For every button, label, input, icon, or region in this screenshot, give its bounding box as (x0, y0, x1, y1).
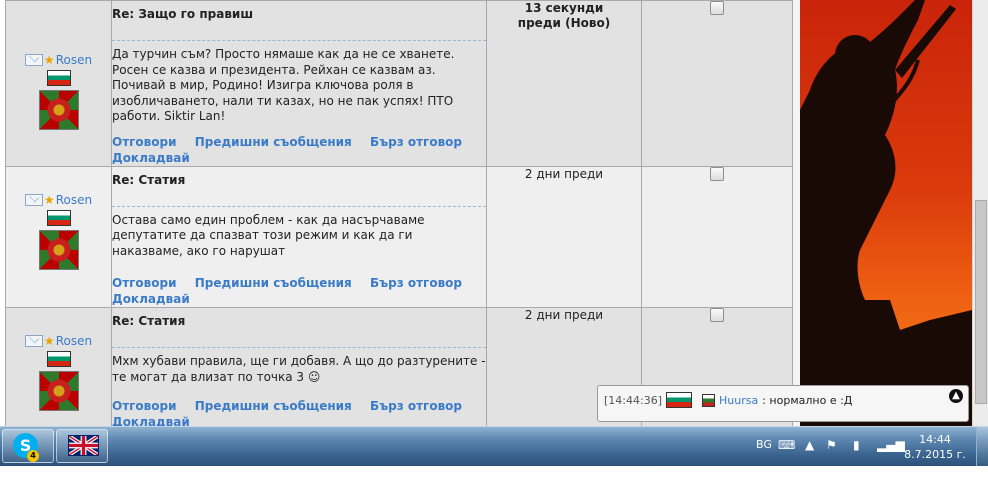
user-avatar[interactable] (38, 90, 79, 130)
network-signal-icon[interactable]: ▂▄▆ (877, 438, 905, 452)
browser-taskbar-button[interactable] (56, 429, 108, 463)
bulgarian-flag-icon (46, 351, 71, 367)
username-link[interactable]: Rosen (56, 334, 92, 348)
windows-taskbar: S 4 BG ⌨ ▲ ⚑ ▮ ▂▄▆ 14:44 8.7.2015 г. (0, 426, 988, 467)
post-time: 2 дни преди (524, 166, 604, 181)
post-time-cell: 2 дни преди (486, 165, 642, 308)
post-content: Re: Статия Остава само един проблем - ка… (111, 165, 487, 308)
uk-flag-icon (68, 435, 99, 456)
chat-message: : нормално е :Д (762, 393, 853, 407)
post-select-cell (641, 0, 793, 167)
scrollbar-thumb[interactable] (975, 200, 987, 404)
posts-table: ★ Rosen Re: Защо го правиш Да турчин съм… (5, 0, 793, 426)
post-actions: Отговори Предишни съобщения Бърз отговор… (112, 134, 486, 166)
skype-taskbar-button[interactable]: S 4 (2, 429, 54, 463)
post-row-2: ★ Rosen Re: Статия Остава само един проб… (5, 165, 793, 308)
post-time: 13 секунди преди (Ново) (517, 1, 611, 30)
bulgarian-flag-icon (46, 209, 71, 226)
post-author: ★ Rosen (5, 0, 112, 167)
report-link[interactable]: Докладвай (112, 151, 190, 165)
chat-avatar-icon (702, 393, 715, 407)
taskbar-clock[interactable]: 14:44 8.7.2015 г. (902, 432, 968, 462)
post-actions: Отговори Предишни съобщения Бърз отговор… (112, 275, 486, 307)
bulgarian-flag-icon (46, 70, 71, 86)
username-link[interactable]: Rosen (56, 193, 92, 207)
soldier-silhouette-image (800, 0, 972, 426)
show-hidden-icons-icon[interactable]: ▲ (805, 438, 814, 452)
chat-flag-icon (666, 392, 692, 408)
reply-link[interactable]: Отговори (112, 276, 177, 290)
post-body: Мхм хубави правила, ще ги добавя. А що д… (112, 354, 486, 384)
post-select-cell (641, 165, 793, 308)
quick-reply-link[interactable]: Бърз отговор (370, 135, 462, 149)
rank-star-icon: ★ (43, 334, 55, 348)
quick-reply-link[interactable]: Бърз отговор (370, 399, 462, 413)
pm-envelope-icon[interactable] (24, 335, 43, 347)
chat-expand-icon[interactable]: ▲ (949, 389, 963, 403)
user-avatar[interactable] (38, 229, 79, 270)
bottom-margin (0, 466, 988, 482)
previous-messages-link[interactable]: Предишни съобщения (195, 399, 352, 413)
post-select-checkbox[interactable] (710, 308, 724, 322)
chat-username[interactable]: Huursa (719, 394, 758, 407)
page-scrollbar[interactable] (972, 0, 988, 426)
post-subject[interactable]: Re: Защо го правиш (112, 7, 486, 21)
rank-star-icon: ★ (43, 192, 55, 207)
post-time: 2 дни преди (524, 308, 604, 322)
post-subject[interactable]: Re: Статия (112, 314, 486, 328)
user-avatar[interactable] (38, 371, 79, 411)
rank-star-icon: ★ (43, 53, 55, 67)
forum-posts-area: ★ Rosen Re: Защо го правиш Да турчин съм… (0, 0, 800, 426)
battery-icon[interactable]: ▮ (853, 438, 860, 452)
post-select-checkbox[interactable] (710, 1, 724, 15)
quick-reply-link[interactable]: Бърз отговор (370, 276, 462, 290)
soldier-silhouette-banner (800, 0, 972, 426)
content-edge (793, 0, 800, 426)
post-row-1: ★ Rosen Re: Защо го правиш Да турчин съм… (5, 0, 793, 167)
action-center-flag-icon[interactable]: ⚑ (826, 438, 837, 452)
post-divider (112, 347, 486, 348)
post-content: Re: Статия Мхм хубави правила, ще ги доб… (111, 307, 487, 426)
pm-envelope-icon[interactable] (24, 193, 43, 206)
skype-notification-badge: 4 (27, 450, 39, 462)
post-divider (112, 205, 486, 207)
chat-timestamp: [14:44:36] (604, 393, 662, 407)
previous-messages-link[interactable]: Предишни съобщения (195, 135, 352, 149)
reply-link[interactable]: Отговори (112, 399, 177, 413)
post-select-checkbox[interactable] (710, 166, 724, 181)
post-author: ★ Rosen (5, 165, 112, 308)
language-indicator[interactable]: BG (756, 438, 772, 451)
chat-popup: [14:44:36] Huursa : нормално е :Д ▲ (597, 385, 969, 422)
post-time-cell: 13 секунди преди (Ново) (486, 0, 642, 167)
clock-date: 8.7.2015 г. (904, 448, 966, 461)
report-link[interactable]: Докладвай (112, 292, 190, 306)
pm-envelope-icon[interactable] (24, 54, 43, 66)
post-subject[interactable]: Re: Статия (112, 173, 486, 187)
show-desktop-button[interactable] (976, 427, 988, 467)
clock-time: 14:44 (919, 433, 951, 446)
report-link[interactable]: Докладвай (112, 415, 190, 426)
reply-link[interactable]: Отговори (112, 135, 177, 149)
previous-messages-link[interactable]: Предишни съобщения (195, 276, 352, 290)
keyboard-icon[interactable]: ⌨ (778, 438, 795, 452)
post-actions: Отговори Предишни съобщения Бърз отговор… (112, 398, 486, 426)
post-divider (112, 40, 486, 41)
post-content: Re: Защо го правиш Да турчин съм? Просто… (111, 0, 487, 167)
username-link[interactable]: Rosen (56, 53, 92, 67)
post-author: ★ Rosen (5, 307, 112, 426)
post-body: Остава само един проблем - как да насърч… (112, 212, 425, 258)
post-body: Да турчин съм? Просто нямаше как да не с… (112, 47, 455, 123)
